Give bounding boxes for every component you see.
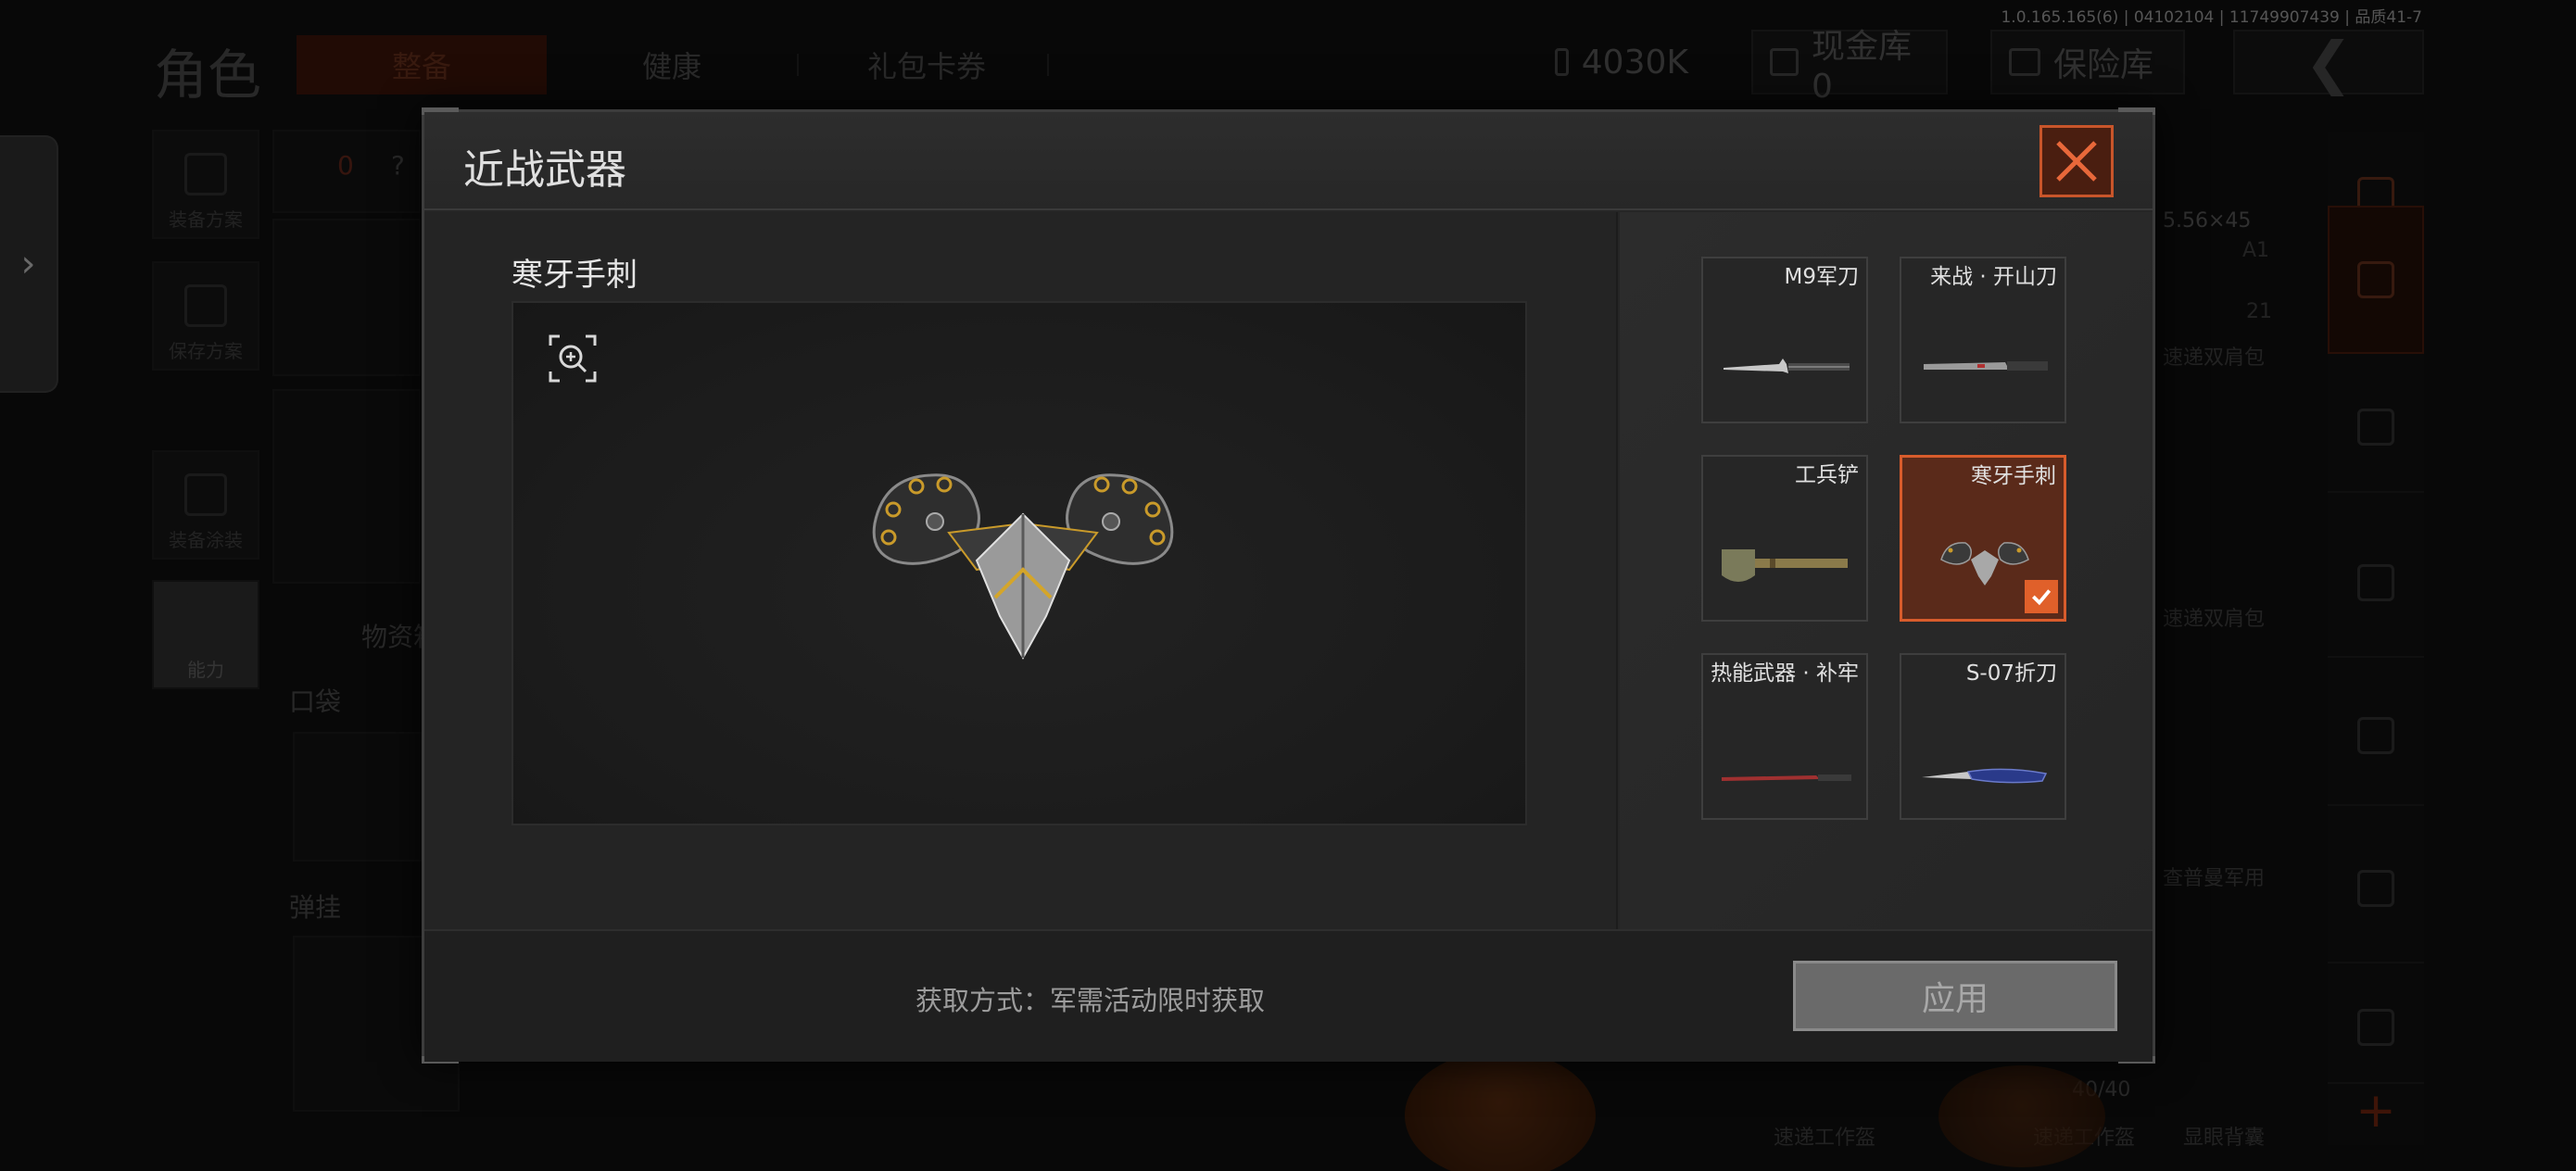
tab-prepare[interactable]: 整备 xyxy=(297,35,547,94)
tab-divider xyxy=(797,54,799,76)
bag-label-3: 查普曼军用 xyxy=(2163,867,2266,890)
weapon-slot-machete[interactable]: 来战 · 开山刀 xyxy=(1900,257,2066,423)
download-icon xyxy=(184,284,227,327)
weapon-slot-shovel[interactable]: 工兵铲 xyxy=(1701,455,1868,622)
weapon-slot-label: 热能武器 · 补牢 xyxy=(1711,661,1859,686)
loadout-plan-button[interactable]: 装备方案 xyxy=(152,130,259,239)
preview-area: 寒牙手刺 xyxy=(424,212,1618,929)
close-icon xyxy=(2056,141,2097,182)
magazine-icon xyxy=(2357,717,2394,754)
s07-folding-knife-image xyxy=(1922,768,2048,784)
helmet-icon xyxy=(2357,409,2394,446)
ammo-label: 5.56×45 xyxy=(2163,209,2252,233)
ability-icon xyxy=(184,603,227,646)
backpack-icon xyxy=(2357,261,2394,298)
pumpkin-helmet-image xyxy=(1405,1051,1596,1171)
machete-image xyxy=(1924,361,2048,371)
thermal-blade-image xyxy=(1722,774,1851,781)
helmet-icon xyxy=(184,473,227,516)
apply-button[interactable]: 应用 xyxy=(1793,961,2117,1031)
ammo-count: 21 xyxy=(2246,300,2272,323)
fang-knuckle-blade-image xyxy=(872,473,1174,661)
chest-rig-label: 弹挂 xyxy=(289,892,342,923)
cash-storage-button[interactable]: 现金库 0 xyxy=(1751,28,1948,106)
checkmark-icon xyxy=(2031,589,2052,606)
loadout-plan-label: 装备方案 xyxy=(169,208,243,231)
dialog-footer: 获取方式：军需活动限时获取 应用 xyxy=(424,929,2153,1062)
save-plan-label: 保存方案 xyxy=(169,340,243,362)
safe-icon xyxy=(2009,48,2040,76)
acquire-method-text: 获取方式：军需活动限时获取 xyxy=(915,985,1266,1016)
rifle-icon xyxy=(2357,564,2394,601)
cash-storage-label: 现金库 0 xyxy=(1811,27,1912,106)
weapon-slot-fang-knuckle[interactable]: 寒牙手刺 xyxy=(1900,455,2066,622)
background-title: 角色 xyxy=(154,44,262,107)
melee-weapon-dialog: 近战武器 寒牙手刺 M9军刀 来战 · 开山刀 工兵铲 寒牙手刺 热能武器 · … xyxy=(422,107,2155,1064)
weapon-preview[interactable] xyxy=(511,301,1527,825)
category-ammo[interactable] xyxy=(2328,815,2424,963)
version-info: 1.0.165.165(6) | 04102104 | 11749907439 … xyxy=(2001,8,2422,27)
backpack-label-1: 速递双肩包 xyxy=(2163,346,2266,370)
close-button[interactable] xyxy=(2039,125,2114,197)
save-plan-button[interactable]: 保存方案 xyxy=(152,261,259,371)
zoom-in-icon[interactable] xyxy=(549,334,597,383)
dialog-title: 近战武器 xyxy=(463,146,626,194)
slot-panel xyxy=(272,389,421,584)
ammo-icon xyxy=(2357,870,2394,907)
ammo-sub: A1 xyxy=(2242,239,2270,262)
tab-gift-coupons[interactable]: 礼包卡券 xyxy=(843,35,1010,94)
tab-divider xyxy=(1047,54,1049,76)
currency-display: 4030K xyxy=(1538,30,1705,94)
currency-value: 4030K xyxy=(1581,43,1688,82)
side-drawer-handle[interactable]: › xyxy=(0,135,58,393)
pocket-slot[interactable] xyxy=(293,732,423,862)
category-magazine[interactable] xyxy=(2328,667,2424,806)
slot-panel xyxy=(272,219,421,376)
category-backpack[interactable] xyxy=(2328,206,2424,354)
weapon-selection-grid: M9军刀 来战 · 开山刀 工兵铲 寒牙手刺 热能武器 · 补牢 S-07折刀 xyxy=(1620,212,2153,929)
chevron-right-icon: › xyxy=(20,243,36,285)
backpack-label-2: 速递双肩包 xyxy=(2163,608,2266,631)
category-misc[interactable] xyxy=(2328,973,2424,1084)
storage-icon xyxy=(1770,48,1799,76)
selected-weapon-name: 寒牙手刺 xyxy=(511,257,638,294)
back-button[interactable]: ❮ xyxy=(2233,29,2424,96)
help-icon[interactable]: ? xyxy=(391,150,405,181)
safe-box-button[interactable]: 保险库 xyxy=(1990,30,2185,94)
safe-box-label: 保险库 xyxy=(2053,46,2154,84)
tab-health[interactable]: 健康 xyxy=(593,35,751,94)
bottom-item-1: 速递工作盔 xyxy=(1774,1127,1876,1150)
paint-button[interactable]: 装备涂装 xyxy=(152,450,259,560)
dialog-header: 近战武器 xyxy=(424,112,2153,210)
m9-bayonet-image xyxy=(1724,359,1850,373)
weapon-slot-label: 来战 · 开山刀 xyxy=(1930,265,2057,289)
add-button[interactable]: + xyxy=(2328,1080,2424,1141)
shovel-image xyxy=(1722,549,1848,582)
weapon-slot-label: 寒牙手刺 xyxy=(1971,464,2056,488)
vest-icon xyxy=(184,153,227,195)
pocket-label: 口袋 xyxy=(289,686,342,717)
weapon-slot-m9-bayonet[interactable]: M9军刀 xyxy=(1701,257,1868,423)
box-icon xyxy=(2357,1009,2394,1046)
pumpkin-helmet-image xyxy=(1938,1065,2105,1167)
weapon-slot-label: M9军刀 xyxy=(1784,265,1859,289)
weapon-slot-thermal[interactable]: 热能武器 · 补牢 xyxy=(1701,653,1868,820)
cash-icon xyxy=(1555,48,1569,76)
paint-label: 装备涂装 xyxy=(169,529,243,551)
selected-check-badge xyxy=(2025,580,2058,613)
bottom-item-3: 显眼背囊 xyxy=(2183,1127,2266,1150)
category-rifle[interactable] xyxy=(2328,510,2424,658)
weapon-slot-label: S-07折刀 xyxy=(1965,661,2057,686)
weapon-slot-label: 工兵铲 xyxy=(1795,463,1859,487)
ability-label: 能力 xyxy=(187,659,224,681)
ability-button[interactable]: 能力 xyxy=(152,580,259,689)
count-value: 0 xyxy=(337,150,354,181)
weapon-slot-s07-folding-knife[interactable]: S-07折刀 xyxy=(1900,653,2066,820)
category-helmet[interactable] xyxy=(2328,363,2424,493)
